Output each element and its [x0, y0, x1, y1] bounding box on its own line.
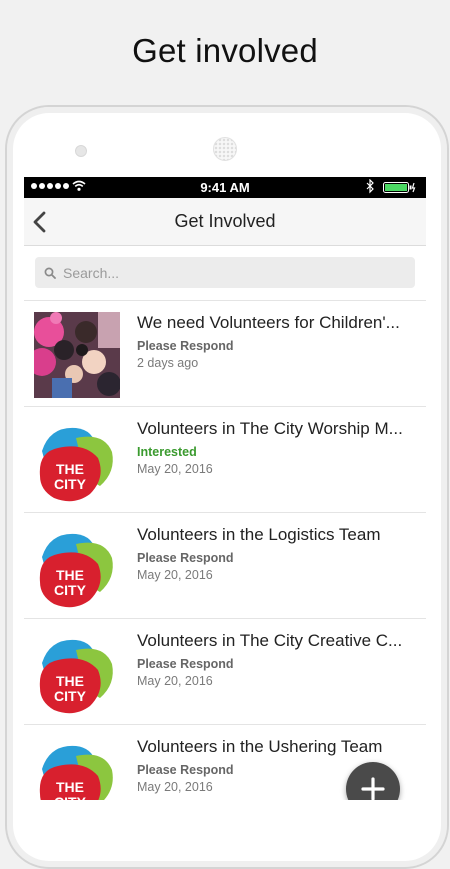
logo-text-line1: THE — [56, 461, 84, 477]
item-status: Interested — [137, 445, 197, 459]
the-city-logo: THE CITY — [39, 639, 113, 714]
logo-text-line2: CITY — [54, 794, 87, 800]
list-item[interactable]: We need Volunteers for Children'... Plea… — [24, 301, 426, 407]
page-title: Get Involved — [174, 211, 276, 231]
list-item[interactable]: THE CITY Volunteers in The City Creative… — [24, 619, 426, 725]
item-title: Volunteers in the Ushering Team — [137, 737, 383, 756]
the-city-logo: THE CITY — [39, 427, 113, 502]
item-status: Please Respond — [137, 339, 234, 353]
logo-text-line2: CITY — [54, 688, 87, 704]
search-bar — [24, 246, 426, 301]
item-title: Volunteers in The City Creative C... — [137, 631, 403, 650]
logo-text-line2: CITY — [54, 476, 87, 492]
logo-text-line1: THE — [56, 567, 84, 583]
thumbnail-photo — [34, 312, 120, 398]
add-button[interactable] — [346, 762, 400, 800]
item-date: May 20, 2016 — [137, 568, 213, 582]
item-date: May 20, 2016 — [137, 780, 213, 794]
battery-icon — [383, 182, 416, 193]
status-bar: 9:41 AM — [24, 177, 426, 198]
logo-text-line2: CITY — [54, 582, 87, 598]
speaker-grille — [213, 137, 237, 161]
nav-bar: Get Involved — [24, 198, 426, 246]
camera-dot — [75, 145, 87, 157]
the-city-logo: THE CITY — [39, 533, 113, 608]
item-date: May 20, 2016 — [137, 462, 213, 476]
app-screen: 9:41 AM Get Involved Search... We need V… — [24, 177, 426, 800]
item-date: May 20, 2016 — [137, 674, 213, 688]
bluetooth-icon — [366, 179, 374, 194]
item-status: Please Respond — [137, 551, 234, 565]
list-item[interactable]: THE CITY Volunteers in the Logistics Tea… — [24, 513, 426, 619]
item-status: Please Respond — [137, 763, 234, 777]
search-input[interactable] — [35, 257, 415, 288]
involvement-list: We need Volunteers for Children'... Plea… — [24, 301, 426, 800]
list-item[interactable]: THE CITY Volunteers in The City Worship … — [24, 407, 426, 513]
logo-text-line1: THE — [56, 673, 84, 689]
search-icon — [44, 267, 56, 279]
item-date: 2 days ago — [137, 356, 199, 370]
promo-headline: Get involved — [132, 32, 318, 69]
item-title: Volunteers in the Logistics Team — [137, 525, 381, 544]
item-status: Please Respond — [137, 657, 234, 671]
item-title: Volunteers in The City Worship M... — [137, 419, 403, 438]
the-city-logo: THE CITY — [39, 745, 113, 800]
logo-text-line1: THE — [56, 779, 84, 795]
plus-icon — [361, 777, 385, 800]
item-title: We need Volunteers for Children'... — [137, 313, 400, 332]
